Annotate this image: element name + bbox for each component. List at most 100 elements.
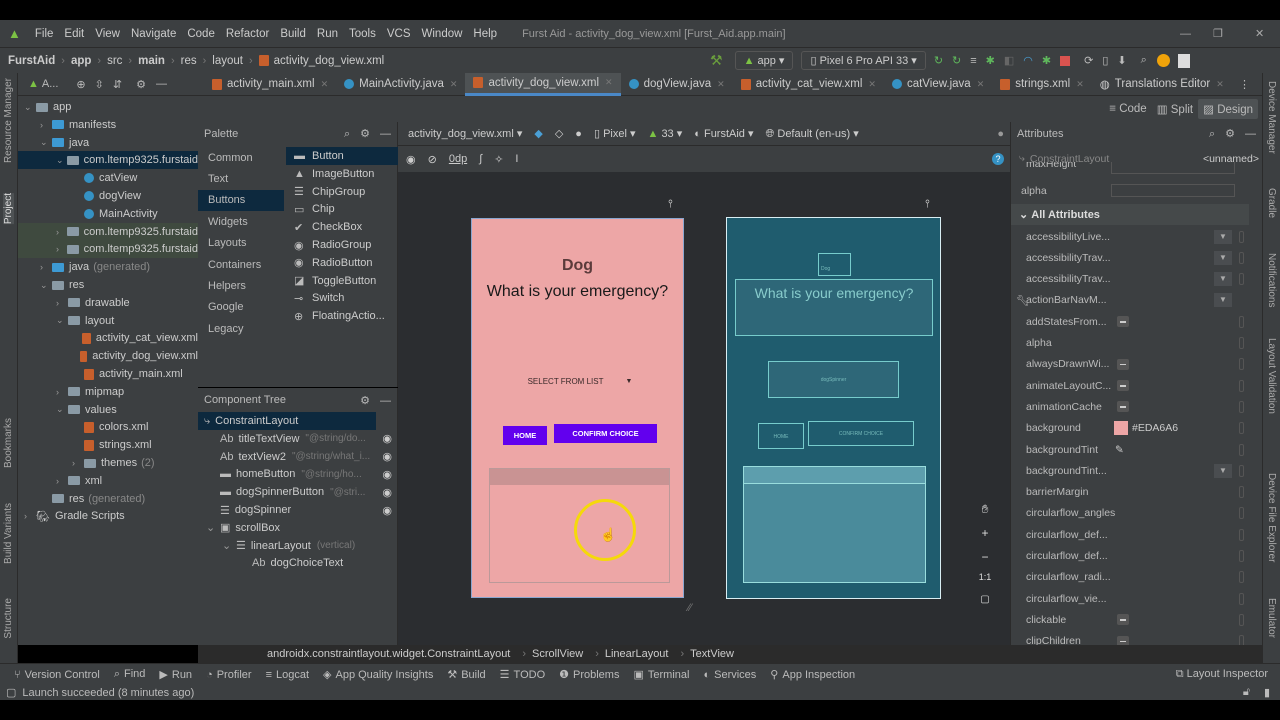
tab-activity-main-xml[interactable]: activity_main.xml ✕ [204,73,336,96]
component-tree-hide-icon[interactable]: — [380,395,391,407]
attribute-dropdown[interactable]: ▼ [1214,272,1232,287]
visibility-eye-icon[interactable]: ◉ [382,450,392,463]
visibility-eye-icon[interactable]: ◉ [382,486,392,499]
palette-item[interactable]: ▬ Button [286,147,398,165]
zoom-out-button[interactable]: − [974,550,996,572]
chevron-down-icon[interactable]: ⌄ [24,102,36,113]
tool-app-quality-insights[interactable]: ◈ App Quality Insights [323,668,433,681]
chevron-right-icon[interactable]: › [56,244,67,254]
layout-file-dropdown[interactable]: activity_dog_view.xml ▾ [408,127,522,140]
autoconnect-icon[interactable]: ⊘ [428,153,437,166]
menu-run[interactable]: Run [317,28,338,40]
tree-item[interactable]: ⌄ res [18,276,198,294]
design-surface-icon[interactable]: ◆ [534,127,542,140]
visibility-eye-icon[interactable]: ◉ [382,468,392,481]
theme-dropdown[interactable]: ◐ FurstAid ▾ [694,127,753,140]
palette-category-layouts[interactable]: Layouts [198,233,284,254]
sdk-manager-icon[interactable]: ⬇ [1117,54,1126,67]
chevron-right-icon[interactable]: › [40,262,52,272]
tab-translations-editor[interactable]: ◍ Translations Editor ✕ [1092,73,1232,96]
attribute-boolean-toggle[interactable] [1117,358,1129,370]
tree-item[interactable]: › java (generated) [18,258,198,276]
palette-item[interactable]: ◉ RadioButton [286,254,398,272]
breadcrumb-project[interactable]: FurstAid [8,55,55,67]
bp-question[interactable]: What is your emergency? [735,279,933,336]
attribute-boolean-toggle[interactable] [1117,316,1129,328]
dog-spinner[interactable]: SELECT FROM LIST ▼ [514,365,646,397]
close-tab-icon[interactable]: ✕ [1216,79,1224,90]
more-tabs-icon[interactable]: ⋮ [1239,78,1250,91]
zoom-in-button[interactable]: + [974,526,996,550]
tab-activity-dog-view-xml[interactable]: activity_dog_view.xml ✕ [465,72,621,96]
tab-dogview-java[interactable]: dogView.java ✕ [621,73,733,96]
component-tree-item[interactable]: ⌄ ☰ linearLayout (vertical) [198,537,398,555]
attribute-dropdown[interactable]: ▼ [1214,229,1232,244]
attribute-row[interactable]: accessibilityTrav... ▼ [1011,269,1262,290]
design-preview[interactable]: Dog What is your emergency? SELECT FROM … [471,218,684,598]
attributes-search-icon[interactable]: ⌕ [1209,128,1215,140]
tree-item[interactable]: ⌄ values [18,401,198,419]
tree-item[interactable]: colors.xml [18,418,198,436]
tree-item[interactable]: › com.ltemp9325.furstaid [18,240,198,259]
component-tree-gear-icon[interactable]: ⚙ [360,395,370,407]
attribute-row[interactable]: addStatesFrom... [1011,311,1262,332]
attribute-row[interactable]: alwaysDrawnWi... [1011,354,1262,375]
locate-icon[interactable]: ⊕ [76,78,85,91]
tool-problems[interactable]: ❶ Problems [559,668,619,681]
component-tree-item[interactable]: Ab dogChoiceText [198,554,398,572]
tree-item[interactable]: dogView [18,187,198,205]
gradle-tab[interactable]: Gradle [1266,188,1277,218]
path-item[interactable]: TextView [690,648,734,660]
emulator-tab[interactable]: Emulator [1266,598,1277,638]
chevron-right-icon[interactable]: › [56,227,67,237]
run-list-icon[interactable]: ≡ [970,55,976,67]
menu-file[interactable]: File [35,28,54,40]
tab-strings-xml[interactable]: strings.xml ✕ [992,73,1092,96]
attribute-row[interactable]: backgroundTint ✎ [1011,439,1262,460]
menu-tools[interactable]: Tools [349,28,376,40]
palette-item[interactable]: ⊕ FloatingActio... [286,307,398,325]
chevron-down-icon[interactable]: ⌄ [40,280,52,291]
tool-build[interactable]: ⚒ Build [447,668,485,681]
tree-item[interactable]: › com.ltemp9325.furstaid [18,222,198,241]
chevron-right-icon[interactable]: › [40,120,52,130]
default-margin-field[interactable]: 0dp [449,153,467,165]
chevron-right-icon[interactable]: › [24,511,36,521]
tree-item[interactable]: res (generated) [18,490,198,508]
tree-item[interactable]: activity_dog_view.xml [18,347,198,365]
bp-scroll-box[interactable] [743,466,926,583]
tree-item[interactable]: MainActivity [18,205,198,223]
menu-edit[interactable]: Edit [64,28,84,40]
breadcrumb-file[interactable]: activity_dog_view.xml [274,55,385,67]
attribute-row[interactable]: animationCache [1011,396,1262,417]
attribute-row[interactable]: circularflow_radi... [1011,567,1262,588]
attribute-row[interactable]: animateLayoutC... [1011,375,1262,396]
project-tab[interactable]: Project [3,193,14,225]
apply-code-changes-icon[interactable]: ↻ [952,54,961,67]
tab-activity-cat-view-xml[interactable]: activity_cat_view.xml ✕ [733,73,884,96]
design-canvas[interactable]: ⫯ ⫯ Dog What is your emergency? SELECT F… [398,172,1010,645]
close-tab-icon[interactable]: ✕ [605,77,613,88]
attribute-pin[interactable] [1239,571,1244,584]
attribute-row[interactable]: alpha [1011,333,1262,354]
attr-input[interactable] [1111,162,1235,174]
search-icon[interactable]: ⌕ [1141,54,1147,67]
tree-item[interactable]: › mipmap [18,383,198,401]
attribute-boolean-toggle[interactable] [1117,380,1129,392]
component-tree-item[interactable]: Ab textView2 "@string/what_i... ◉ [198,448,398,466]
attribute-boolean-toggle[interactable] [1117,401,1129,413]
component-tree-item[interactable]: ⌄ ▣ scrollBox [198,519,398,537]
palette-item[interactable]: ◪ ToggleButton [286,272,398,290]
chevron-down-icon[interactable]: ⌄ [56,315,68,326]
attribute-pin[interactable] [1239,592,1244,605]
palette-item[interactable]: ✔ CheckBox [286,218,398,236]
attribute-pin[interactable] [1239,528,1244,541]
attribute-row[interactable]: circularflow_vie... [1011,588,1262,609]
bp-spinner[interactable]: dogSpinner [768,361,899,398]
attribute-dropdown[interactable]: ▼ [1214,463,1232,478]
night-mode-icon[interactable]: ● [575,128,582,140]
attribute-boolean-toggle[interactable] [1117,614,1129,626]
attribute-pin[interactable] [1239,613,1244,626]
sync-gradle-icon[interactable]: ⟳ [1084,54,1093,67]
api-dropdown[interactable]: ▲ 33 ▾ [647,127,682,140]
